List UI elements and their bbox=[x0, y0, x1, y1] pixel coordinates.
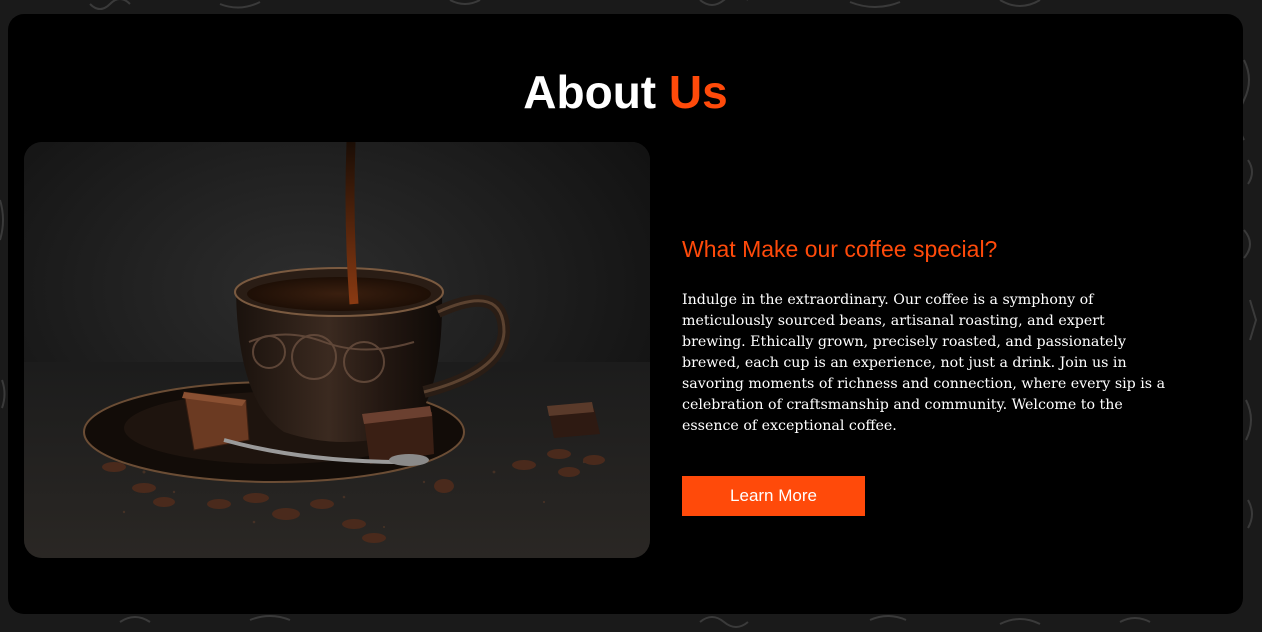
section-title-main: About bbox=[523, 66, 657, 118]
section-title-accent: Us bbox=[668, 66, 728, 118]
about-section-card: About Us What Make our coffee special? I… bbox=[8, 14, 1243, 614]
section-title: About Us bbox=[8, 62, 1243, 122]
coffee-photo bbox=[24, 142, 650, 558]
about-subheading: What Make our coffee special? bbox=[682, 236, 998, 262]
learn-more-button[interactable]: Learn More bbox=[682, 476, 865, 516]
about-description: Indulge in the extraordinary. Our coffee… bbox=[682, 292, 1166, 434]
